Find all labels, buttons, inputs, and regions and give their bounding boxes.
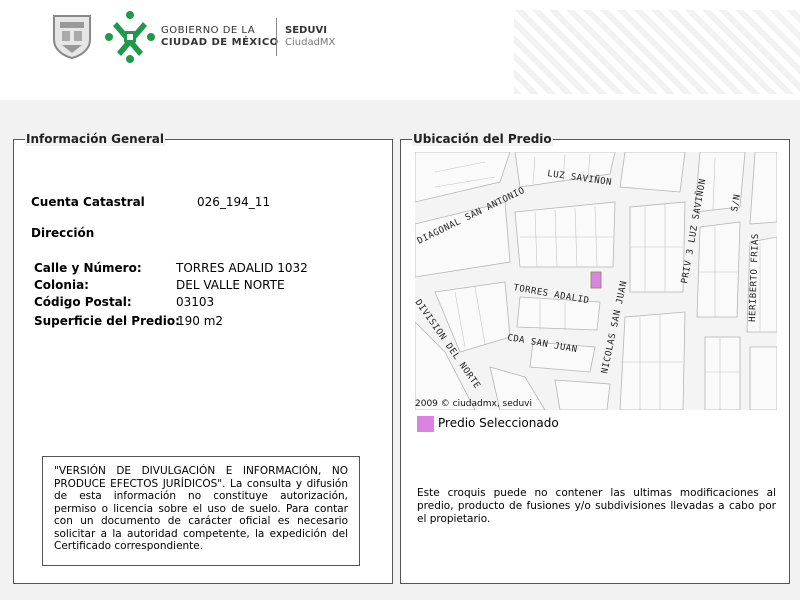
map-svg: LUZ SAVIÑON DIAGONAL SAN ANTONIO TORRES … — [415, 152, 777, 410]
general-info-panel: Información General Cuenta Catastral 026… — [13, 132, 393, 584]
header-bar: GOBIERNO DE LA CIUDAD DE MÉXICO SEDUVI C… — [0, 0, 800, 100]
cuenta-label: Cuenta Catastral — [31, 195, 145, 209]
calle-label: Calle y Número: — [34, 261, 142, 275]
cuenta-value: 026_194_11 — [197, 195, 271, 209]
government-name: GOBIERNO DE LA CIUDAD DE MÉXICO — [161, 25, 279, 49]
colonia-label: Colonia: — [34, 278, 89, 292]
agency-name: SEDUVI CiudadMX — [285, 25, 335, 49]
location-map[interactable]: LUZ SAVIÑON DIAGONAL SAN ANTONIO TORRES … — [415, 152, 777, 410]
gov-line2: CIUDAD DE MÉXICO — [161, 37, 279, 48]
legend-label: Predio Seleccionado — [438, 416, 559, 430]
cdmx-logo-icon — [105, 11, 155, 63]
superficie-value: 190 m2 — [177, 314, 224, 328]
map-note: Este croquis puede no contener las ultim… — [417, 487, 776, 525]
agency-line2: CiudadMX — [285, 37, 336, 48]
superficie-label: Superficie del Predio: — [34, 314, 180, 328]
general-info-title: Información General — [25, 132, 165, 146]
calle-value: TORRES ADALID 1032 — [176, 261, 308, 275]
city-shield-icon — [53, 15, 91, 60]
location-panel: Ubicación del Predio LUZ SAVIÑON DIAGONA… — [400, 132, 790, 584]
agency-line1: SEDUVI — [285, 25, 327, 36]
direccion-label: Dirección — [31, 226, 95, 240]
map-copyright: 2009 © ciudadmx, seduvi — [415, 399, 533, 409]
cp-label: Código Postal: — [34, 295, 132, 309]
header-pattern — [514, 10, 800, 94]
cp-value: 03103 — [176, 295, 215, 309]
legend-swatch — [417, 416, 434, 432]
location-title: Ubicación del Predio — [412, 132, 553, 146]
header-divider — [276, 18, 277, 56]
gov-line1: GOBIERNO DE LA — [161, 25, 256, 36]
colonia-value: DEL VALLE NORTE — [176, 278, 285, 292]
legal-disclaimer: "VERSIÓN DE DIVULGACIÓN E INFORMACIÓN, N… — [42, 456, 360, 566]
